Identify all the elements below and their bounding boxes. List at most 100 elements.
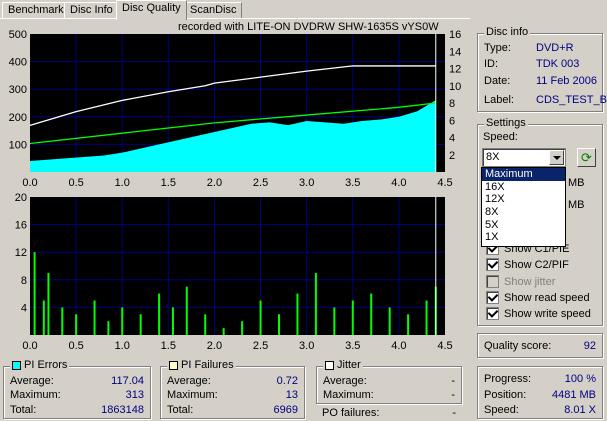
stat-value: 0.72 xyxy=(276,375,298,387)
x-tick-label: 3.0 xyxy=(299,177,314,189)
speed-option-1x[interactable]: 1X xyxy=(482,231,565,244)
jitter-maximum-row: Maximum: - xyxy=(323,389,455,402)
y-tick-label: 20 xyxy=(15,192,27,204)
speed-option-12x[interactable]: 12X xyxy=(482,193,565,206)
y-tick-label: 4 xyxy=(21,302,27,314)
checkbox-box[interactable] xyxy=(486,291,499,304)
disc-label-row: Label: CDS_TEST_B2 xyxy=(484,94,607,107)
pi-failures-bar xyxy=(185,286,188,335)
disc-date-value: 11 Feb 2006 xyxy=(536,75,597,87)
pi-errors-maximum-row: Maximum: 313 xyxy=(10,389,144,402)
tab-bar: Benchmark Disc Info Disc Quality ScanDis… xyxy=(0,0,607,20)
speed-select[interactable]: 8X xyxy=(482,148,566,167)
y2-tick-label: 10 xyxy=(449,81,461,93)
pi-failures-bar xyxy=(204,314,207,335)
pi-failures-maximum-row: Maximum: 13 xyxy=(167,389,298,402)
speed-option-16x[interactable]: 16X xyxy=(482,181,565,194)
pi-failures-plot-area xyxy=(30,197,445,335)
x-tick-label: 3.5 xyxy=(345,177,360,189)
speed-option-maximum[interactable]: Maximum xyxy=(482,168,565,181)
pi-errors-group: PI Errors Average: 117.04 Maximum: 313 T… xyxy=(3,359,151,419)
checkbox-box[interactable] xyxy=(486,307,499,320)
po-failures-value: - xyxy=(452,407,456,419)
x-tick-label: 0.0 xyxy=(22,177,37,189)
x-tick-label: 0.5 xyxy=(68,177,83,189)
pi-errors-total-row: Total: 1863148 xyxy=(10,404,144,417)
disc-id-value: TDK 003 xyxy=(536,58,580,70)
start-mb-suffix: MB xyxy=(566,175,598,193)
position-label: Position: xyxy=(484,389,527,401)
pi-failures-bar xyxy=(33,252,36,335)
checkbox-box[interactable] xyxy=(486,275,499,288)
position-row: Position: 4481 MB xyxy=(484,389,596,402)
y-tick-label: 16 xyxy=(15,220,27,232)
pi-failures-legend: PI Failures xyxy=(167,359,236,371)
speed-dropdown-list[interactable]: Maximum 16X 12X 8X 5X 1X xyxy=(481,167,566,247)
x-tick-label: 3.0 xyxy=(299,340,314,352)
pi-failures-bar xyxy=(278,314,280,335)
pi-errors-title: PI Errors xyxy=(24,359,68,371)
pi-failures-bar xyxy=(61,307,64,335)
pi-failures-bar xyxy=(388,307,391,335)
quality-score-group: Quality score: 92 xyxy=(477,333,603,358)
chevron-down-icon[interactable] xyxy=(549,150,564,165)
progress-label: Progress: xyxy=(484,373,532,385)
y-tick-label: 12 xyxy=(15,247,27,259)
x-tick-label: 1.0 xyxy=(115,340,130,352)
jitter-group: Jitter Average: - Maximum: - xyxy=(316,359,462,404)
pi-errors-color-swatch xyxy=(12,360,21,370)
show-jitter-checkbox[interactable]: Show jitter xyxy=(486,274,555,289)
speed-readout-label: Speed: xyxy=(484,404,519,416)
po-failures-label: PO failures: xyxy=(322,407,380,419)
x-tick-label: 3.5 xyxy=(345,340,360,352)
jitter-color-swatch xyxy=(325,360,334,370)
stat-value: 313 xyxy=(125,389,144,401)
checkbox-label: Show write speed xyxy=(504,307,591,320)
y-tick-label: 400 xyxy=(9,57,27,69)
speed-option-8x[interactable]: 8X xyxy=(482,206,565,219)
pi-failures-bar xyxy=(259,300,262,335)
stat-label: Maximum: xyxy=(167,389,218,401)
y-tick-label: 300 xyxy=(9,84,27,96)
y2-tick-label: 14 xyxy=(449,46,461,58)
pi-failures-bar xyxy=(296,293,299,335)
y2-tick-label: 6 xyxy=(449,115,455,127)
pi-failures-bar xyxy=(333,307,336,335)
x-tick-label: 4.0 xyxy=(391,177,406,189)
y-tick-label: 100 xyxy=(9,139,27,151)
refresh-icon[interactable]: ⟳ xyxy=(577,148,596,167)
pi-failures-bar xyxy=(314,272,317,335)
speed-row: Speed: 8.01 X xyxy=(484,404,596,417)
x-tick-label: 4.5 xyxy=(437,340,452,352)
progress-value: 100 % xyxy=(564,373,596,385)
progress-group: Progress: 100 % Position: 4481 MB Speed:… xyxy=(477,366,603,419)
x-tick-label: 2.0 xyxy=(207,177,222,189)
position-value: 4481 MB xyxy=(551,389,596,401)
stat-label: Total: xyxy=(167,404,194,416)
disc-type-row: Type: DVD+R xyxy=(484,42,596,55)
x-tick-label: 2.5 xyxy=(253,340,268,352)
checkbox-label: Show jitter xyxy=(504,275,556,288)
stat-value: 6969 xyxy=(273,404,298,416)
tab-disc-quality[interactable]: Disc Quality xyxy=(116,0,187,20)
tab-disc-info[interactable]: Disc Info xyxy=(64,2,119,19)
speed-option-5x[interactable]: 5X xyxy=(482,219,565,232)
show-c2-pif-checkbox[interactable]: Show C2/PIF xyxy=(486,257,569,272)
disc-id-label: ID: xyxy=(484,58,499,70)
checkbox-box[interactable] xyxy=(486,258,499,271)
y2-tick-label: 12 xyxy=(449,64,461,76)
pi-failures-bar xyxy=(107,321,110,335)
pi-failures-bar xyxy=(42,300,45,335)
y2-tick-label: 16 xyxy=(449,30,461,41)
tab-scandisc[interactable]: ScanDisc xyxy=(184,2,243,19)
jitter-legend: Jitter xyxy=(323,359,363,371)
tab-benchmark[interactable]: Benchmark xyxy=(2,2,70,19)
disc-type-value: DVD+R xyxy=(536,42,574,54)
stat-label: Total: xyxy=(10,404,37,416)
stat-label: Maximum: xyxy=(323,389,374,401)
show-write-speed-checkbox[interactable]: Show write speed xyxy=(486,306,591,321)
show-read-speed-checkbox[interactable]: Show read speed xyxy=(486,290,590,305)
y-tick-label: 500 xyxy=(9,30,27,41)
pi-failures-average-row: Average: 0.72 xyxy=(167,375,298,388)
y-tick-label: 200 xyxy=(9,112,27,124)
